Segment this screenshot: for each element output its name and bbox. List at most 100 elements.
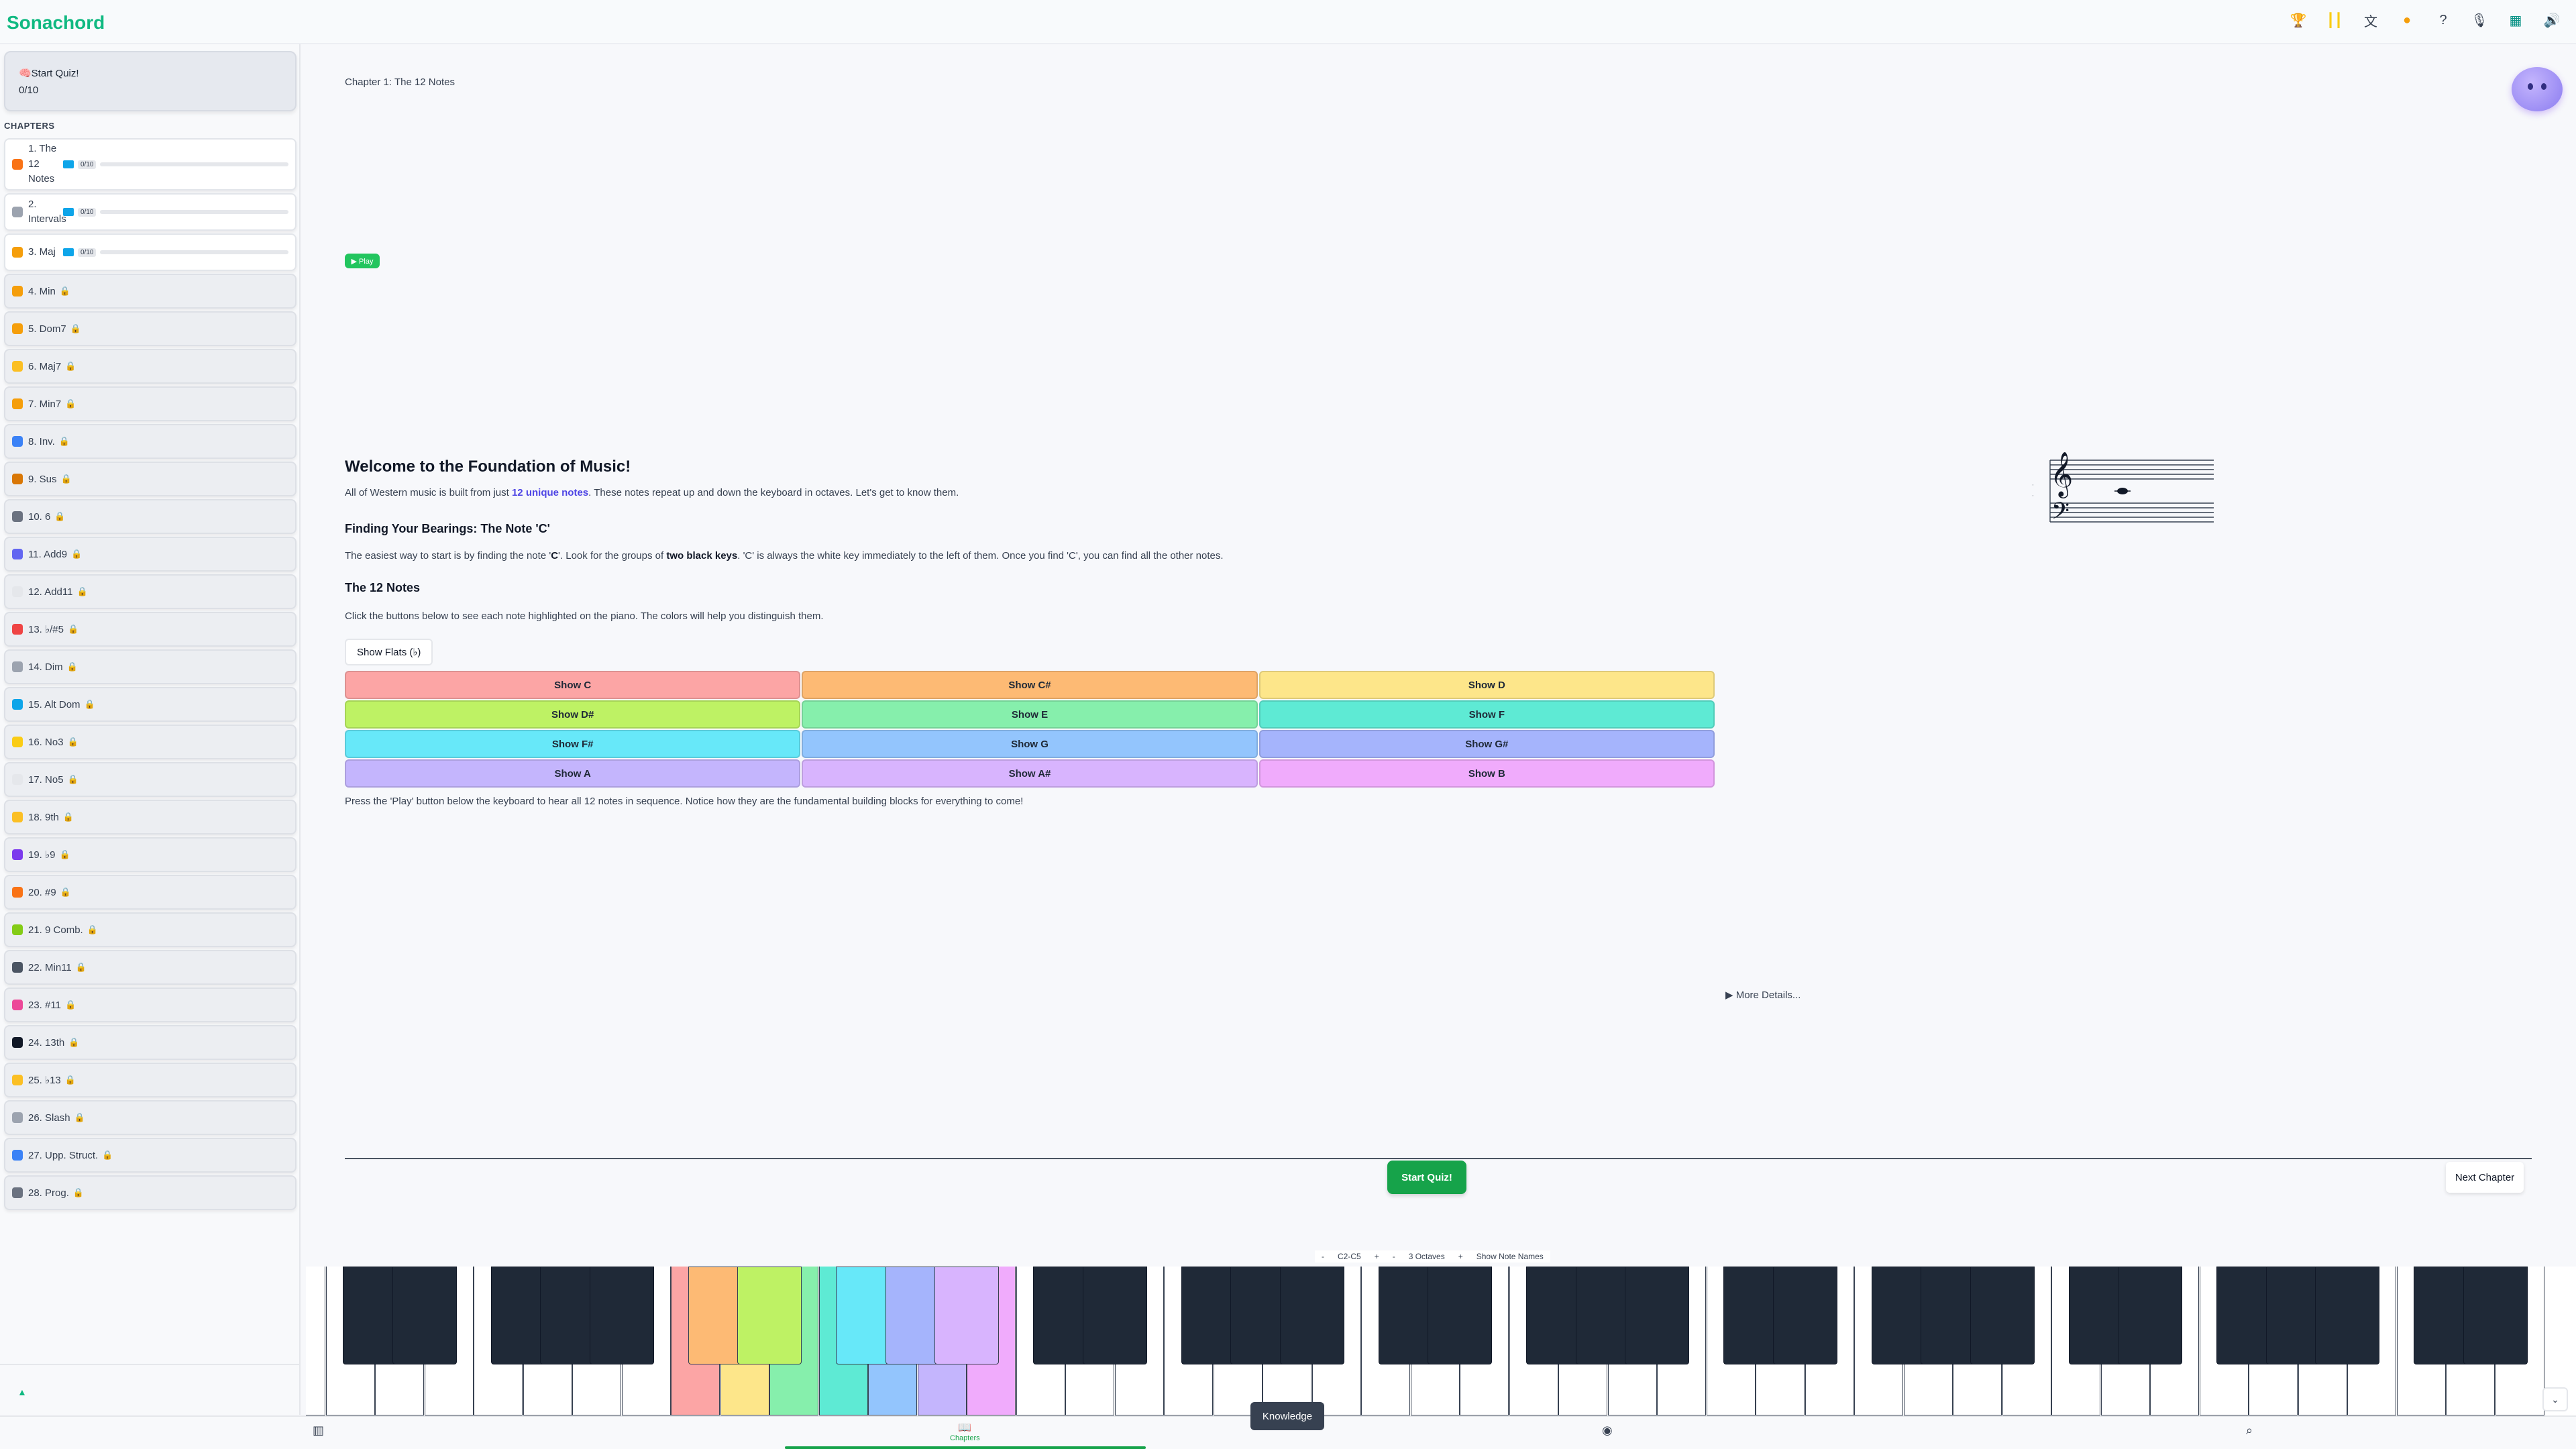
note-button-7[interactable]: Show G [802, 730, 1258, 758]
sidebar-chapter-11[interactable]: 11. Add9 🔒 [4, 537, 297, 572]
sidebar-chapter-20[interactable]: 20. #9 🔒 [4, 875, 297, 910]
coin-icon[interactable]: ● [2399, 12, 2415, 28]
note-button-11[interactable]: Show B [1258, 759, 1715, 788]
sidebar-chapter-26[interactable]: 26. Slash 🔒 [4, 1100, 297, 1135]
white-key[interactable] [306, 1267, 325, 1415]
note-button-2[interactable]: Show D [1258, 671, 1715, 699]
note-button-4[interactable]: Show E [802, 700, 1258, 729]
sidebar-chapter-2[interactable]: 2. Intervals 0/10 [4, 193, 297, 231]
black-key[interactable] [2315, 1267, 2379, 1364]
sidebar-chapter-4[interactable]: 4. Min 🔒 [4, 274, 297, 309]
play-button[interactable]: ▶ Play [345, 254, 380, 268]
mic-icon[interactable]: 🎙 [2471, 12, 2487, 28]
more-details-toggle[interactable]: ▶ More Details... [1725, 989, 1801, 1001]
piano-controls: - C2-C5 + - 3 Octaves + Show Note Names [1315, 1250, 1550, 1263]
black-key[interactable] [1625, 1267, 1689, 1364]
black-key[interactable] [934, 1267, 999, 1364]
sidebar-chapter-10[interactable]: 10. 6 🔒 [4, 499, 297, 534]
black-key[interactable] [392, 1267, 457, 1364]
mask-icon [12, 849, 23, 860]
lock-icon: 🔒 [67, 737, 78, 747]
sidebar-chapter-9[interactable]: 9. Sus 🔒 [4, 462, 297, 496]
black-key[interactable] [2463, 1267, 2528, 1364]
black-key[interactable] [1279, 1267, 1344, 1364]
note-button-9[interactable]: Show A [345, 759, 801, 788]
sidebar-chapter-6[interactable]: 6. Maj7 🔒 [4, 349, 297, 384]
note-button-3[interactable]: Show D# [345, 700, 801, 729]
lock-icon: 🔒 [64, 1000, 76, 1010]
chapter-label: 4. Min [28, 285, 56, 297]
piano-icon[interactable]: ▥ [313, 1424, 324, 1438]
volume-icon[interactable]: 🔊 [2544, 12, 2561, 28]
note-button-6[interactable]: Show F# [345, 730, 801, 758]
collapse-up-icon[interactable]: ▲ [17, 1387, 27, 1397]
lock-icon: 🔒 [84, 699, 95, 709]
sidebar-chapter-27[interactable]: 27. Upp. Struct. 🔒 [4, 1138, 297, 1173]
show-flats-button[interactable]: Show Flats (♭) [345, 639, 433, 665]
range-decrease-button[interactable]: - [1315, 1250, 1331, 1263]
sidebar-chapter-25[interactable]: 25. ♭13 🔒 [4, 1063, 297, 1097]
black-key[interactable] [589, 1267, 654, 1364]
globe-icon[interactable]: ◉ [1602, 1424, 1613, 1438]
note-button-1[interactable]: Show C# [802, 671, 1258, 699]
note-button-8[interactable]: Show G# [1258, 730, 1715, 758]
sidebar-chapter-15[interactable]: 15. Alt Dom 🔒 [4, 687, 297, 722]
dice-icon [12, 511, 23, 522]
sidebar-chapter-28[interactable]: 28. Prog. 🔒 [4, 1175, 297, 1210]
translate-icon[interactable]: 文 [2363, 12, 2379, 30]
chapter-label: 8. Inv. [28, 435, 55, 447]
sidebar-chapter-8[interactable]: 8. Inv. 🔒 [4, 424, 297, 459]
range-increase-button[interactable]: + [1368, 1250, 1386, 1263]
black-key[interactable] [1970, 1267, 2035, 1364]
sidebar-start-quiz-card[interactable]: 🧠Start Quiz! 0/10 [4, 51, 297, 111]
nav-chapters[interactable]: 📖 Chapters [950, 1421, 980, 1442]
mascot-avatar[interactable] [2512, 67, 2563, 111]
progress-badge-icon [63, 160, 74, 168]
sidebar-chapter-23[interactable]: 23. #11 🔒 [4, 987, 297, 1022]
black-key[interactable] [1428, 1267, 1492, 1364]
note-button-grid: Show C Show C# Show D Show D# Show E Show F Sh… [345, 671, 1715, 788]
search-icon[interactable]: ⌕ [2246, 1424, 2253, 1438]
next-chapter-button[interactable]: Next Chapter [2446, 1162, 2524, 1193]
sidebar-chapter-21[interactable]: 21. 9 Comb. 🔒 [4, 912, 297, 947]
black-key[interactable] [1082, 1267, 1147, 1364]
sidebar-chapter-16[interactable]: 16. No3 🔒 [4, 724, 297, 759]
main-content: Chapter 1: The 12 Notes ▶ Play Welcome t… [302, 44, 2576, 1245]
streak-bars-icon[interactable]: ┃┃ [2326, 12, 2343, 28]
black-key[interactable] [1772, 1267, 1837, 1364]
help-icon[interactable]: ? [2435, 12, 2451, 28]
trophy-icon[interactable]: 🏆 [2290, 12, 2307, 28]
sidebar-chapter-5[interactable]: 5. Dom7 🔒 [4, 311, 297, 346]
knowledge-tooltip: Knowledge [1250, 1402, 1324, 1430]
note-button-0[interactable]: Show C [345, 671, 801, 699]
layout-icon[interactable]: ▦ [2508, 12, 2524, 28]
sidebar-chapter-13[interactable]: 13. ♭/#5 🔒 [4, 612, 297, 647]
show-note-names-toggle[interactable]: Show Note Names [1470, 1250, 1550, 1263]
app-logo[interactable]: Sonachord [7, 12, 105, 34]
content-divider [345, 1158, 2532, 1159]
sidebar-chapter-22[interactable]: 22. Min11 🔒 [4, 950, 297, 985]
grid-icon [12, 159, 23, 170]
plus-icon [12, 549, 23, 559]
note-button-5[interactable]: Show F [1258, 700, 1715, 729]
sidebar-chapter-14[interactable]: 14. Dim 🔒 [4, 649, 297, 684]
octave-decrease-button[interactable]: - [1386, 1250, 1402, 1263]
sidebar-chapter-24[interactable]: 24. 13th 🔒 [4, 1025, 297, 1060]
sidebar-chapter-7[interactable]: 7. Min7 🔒 [4, 386, 297, 421]
start-quiz-button[interactable]: Start Quiz! [1387, 1161, 1466, 1194]
sidebar-chapter-12[interactable]: 12. Add11 🔒 [4, 574, 297, 609]
sidebar-chapter-18[interactable]: 18. 9th 🔒 [4, 800, 297, 835]
sidebar-chapter-1[interactable]: 1. The 12 Notes 0/10 [4, 138, 297, 191]
sidebar-chapter-3[interactable]: 3. Maj 0/10 [4, 233, 297, 271]
keyboard-scroll-button[interactable]: ⌄ [2542, 1387, 2568, 1411]
chapter-progress: 0/10 [78, 160, 97, 169]
sidebar-chapter-17[interactable]: 17. No5 🔒 [4, 762, 297, 797]
octave-increase-button[interactable]: + [1452, 1250, 1470, 1263]
range-value: C2-C5 [1338, 1252, 1361, 1261]
sidebar-chapter-19[interactable]: 19. ♭9 🔒 [4, 837, 297, 872]
black-key[interactable] [737, 1267, 802, 1364]
note-button-10[interactable]: Show A# [802, 759, 1258, 788]
black-key[interactable] [2118, 1267, 2182, 1364]
pepper-icon [12, 624, 23, 635]
chapter-label: 24. 13th [28, 1036, 65, 1049]
